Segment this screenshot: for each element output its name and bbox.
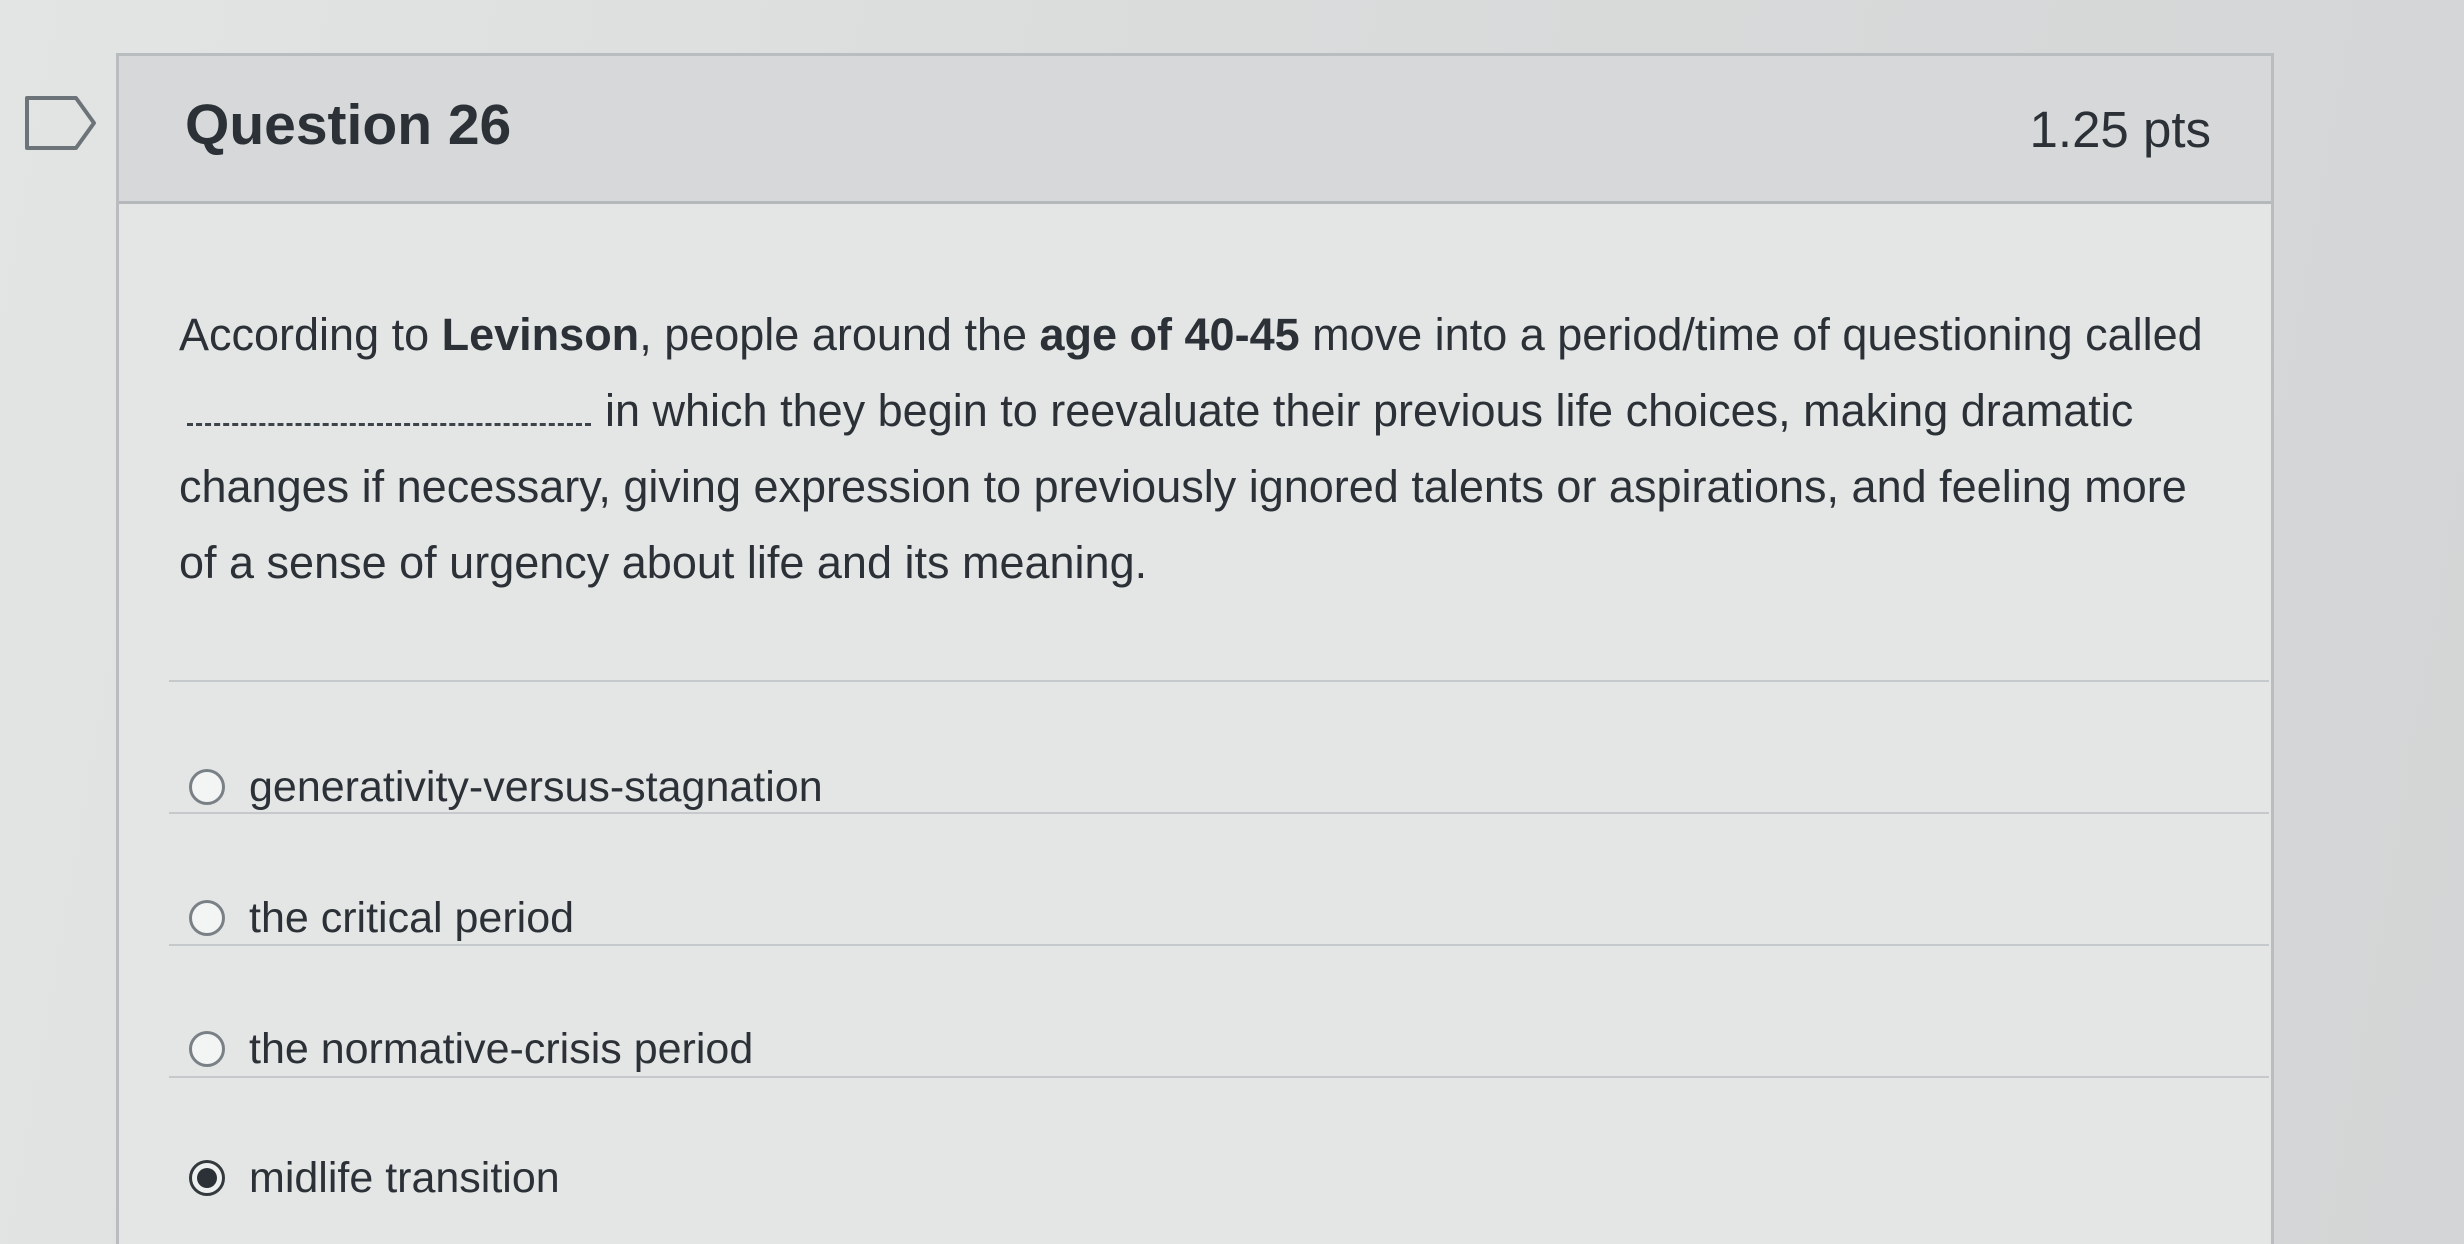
answer-option-selected[interactable]: midlife transition: [189, 1143, 560, 1213]
question-text-part: According to: [179, 309, 442, 360]
radio-unchecked-icon[interactable]: [189, 769, 225, 805]
question-card: Question 26 1.25 pts According to Levins…: [116, 53, 2274, 1244]
answer-divider: [169, 1076, 2269, 1078]
question-text-bold-name: Levinson: [441, 309, 640, 360]
question-text-part: , people around the: [639, 309, 1040, 360]
answer-divider: [169, 812, 2269, 814]
answer-label[interactable]: generativity-versus-stagnation: [249, 763, 823, 812]
answer-option[interactable]: the normative-crisis period: [189, 1014, 753, 1084]
question-header: Question 26 1.25 pts: [119, 56, 2271, 204]
radio-dot-icon: [197, 1168, 217, 1188]
radio-unchecked-icon[interactable]: [189, 900, 225, 936]
question-text-part: move into a period/time of questioning c…: [1299, 309, 2203, 360]
answer-label[interactable]: the critical period: [249, 894, 574, 943]
answer-divider: [169, 944, 2269, 946]
question-points: 1.25 pts: [2029, 101, 2211, 158]
flag-question-icon[interactable]: [24, 95, 98, 151]
answer-label[interactable]: the normative-crisis period: [249, 1025, 753, 1074]
radio-checked-icon[interactable]: [189, 1160, 225, 1196]
radio-unchecked-icon[interactable]: [189, 1031, 225, 1067]
question-title: Question 26: [185, 93, 512, 157]
question-text-bold-age: age of 40-45: [1039, 309, 1300, 360]
answer-label[interactable]: midlife transition: [249, 1154, 560, 1203]
question-text: According to Levinson, people around the…: [179, 297, 2219, 601]
fill-in-blank: [187, 383, 591, 426]
answer-option[interactable]: the critical period: [189, 883, 574, 953]
answer-divider: [169, 680, 2269, 682]
